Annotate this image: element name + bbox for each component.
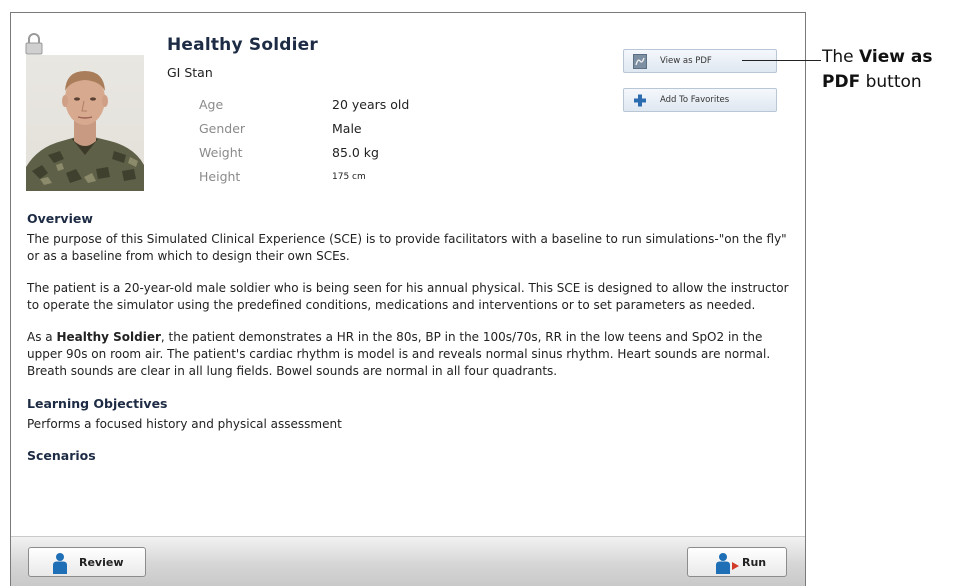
detail-label: Gender: [199, 121, 246, 136]
overview-emphasis: Healthy Soldier: [56, 330, 161, 344]
review-button[interactable]: Review: [28, 547, 146, 577]
detail-value: Male: [332, 121, 362, 136]
callout-prefix: The: [822, 47, 860, 67]
callout-bold: View as: [859, 47, 933, 67]
view-as-pdf-button[interactable]: View as PDF: [623, 49, 777, 73]
add-to-favorites-label: Add To Favorites: [660, 95, 730, 105]
detail-label: Age: [199, 97, 224, 112]
detail-value: 175 cm: [332, 172, 366, 182]
overview-text: As a: [27, 330, 57, 344]
callout-suffix: button: [860, 72, 922, 92]
view-as-pdf-label: View as PDF: [660, 56, 712, 66]
add-to-favorites-button[interactable]: Add To Favorites: [623, 88, 777, 112]
learning-objectives-text: Performs a focused history and physical …: [27, 417, 342, 431]
detail-value: 20 years old: [332, 97, 410, 112]
callout-bold-continued: PDF: [822, 72, 861, 92]
overview-paragraph: The purpose of this Simulated Clinical E…: [27, 232, 787, 263]
lock-icon: [25, 33, 43, 55]
run-label: Run: [742, 556, 767, 569]
detail-value: 85.0 kg: [332, 145, 379, 160]
patient-photo: [26, 55, 144, 191]
scenario-panel: Healthy Soldier GI Stan Age 20 years old…: [10, 12, 806, 586]
scenario-description: Overview The purpose of this Simulated C…: [27, 210, 797, 468]
person-run-icon: [716, 553, 739, 574]
callout-line: [742, 60, 821, 61]
plus-icon: [634, 94, 646, 107]
review-label: Review: [79, 556, 124, 569]
person-icon: [53, 553, 67, 574]
overview-paragraph: As a Healthy Soldier, the patient demons…: [27, 329, 797, 380]
footer-bar: Review Run: [11, 536, 805, 586]
pdf-icon: [633, 54, 647, 69]
callout-text: The View as PDF button: [822, 45, 932, 95]
run-button[interactable]: Run: [687, 547, 787, 577]
detail-label: Weight: [199, 145, 243, 160]
overview-paragraph: The patient is a 20-year-old male soldie…: [27, 281, 789, 312]
scenarios-heading: Scenarios: [27, 448, 96, 463]
patient-name: GI Stan: [167, 65, 213, 80]
scenario-title: Healthy Soldier: [167, 35, 318, 55]
learning-objectives-heading: Learning Objectives: [27, 396, 168, 411]
detail-label: Height: [199, 169, 241, 184]
overview-heading: Overview: [27, 211, 93, 226]
